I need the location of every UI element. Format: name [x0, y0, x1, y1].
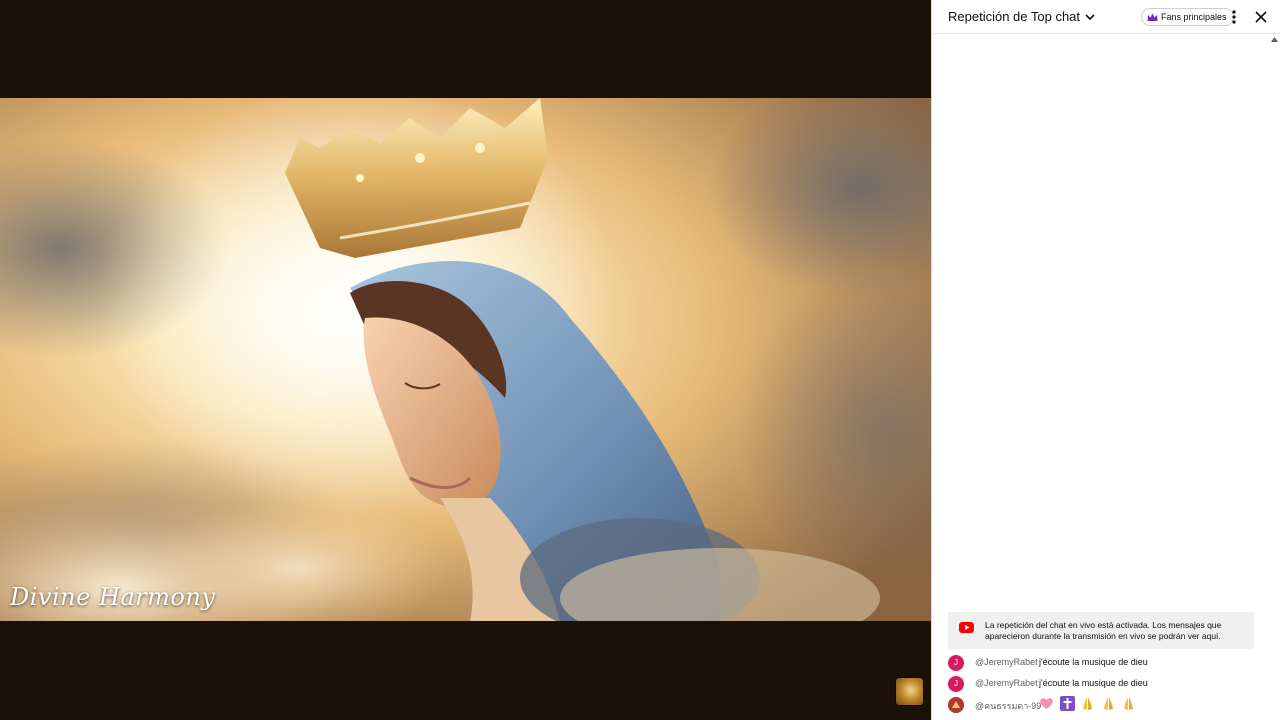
video-player[interactable]: Divine Harmony: [0, 0, 931, 720]
folded-hands-icon: [1083, 697, 1093, 710]
chat-author[interactable]: @คนธรรมดา-99: [975, 699, 1041, 713]
folded-hands-icon: [1124, 697, 1134, 710]
chat-replay-notice: La repetición del chat en vivo está acti…: [948, 612, 1254, 649]
user-avatar-icon: [948, 697, 964, 713]
channel-watermark: Divine Harmony: [10, 583, 216, 611]
youtube-logo-icon: [959, 622, 974, 633]
chat-message-text: j'écoute la musique de dieu: [1039, 657, 1148, 667]
chevron-down-icon: [1085, 13, 1095, 20]
scroll-up-arrow-icon[interactable]: [1270, 35, 1279, 43]
chat-replay-notice-text: La repetición del chat en vivo está acti…: [985, 620, 1222, 641]
more-options-icon[interactable]: [1227, 8, 1241, 26]
chat-message: J @JeremyRabet j'écoute la musique de di…: [948, 654, 1268, 672]
top-fans-label: Fans principales: [1161, 12, 1227, 22]
crown-icon: [1147, 13, 1158, 21]
chat-author[interactable]: @JeremyRabet: [975, 657, 1038, 667]
chat-author[interactable]: @JeremyRabet: [975, 678, 1038, 688]
chat-message-emojis: [1039, 696, 1139, 711]
live-chat-panel: Repetición de Top chat Fans principales: [931, 0, 1280, 720]
chat-title: Repetición de Top chat: [948, 9, 1081, 24]
chat-message: @คนธรรมดา-99: [948, 696, 1268, 714]
avatar[interactable]: [948, 697, 964, 713]
avatar[interactable]: J: [948, 676, 964, 692]
chat-message-text: j'écoute la musique de dieu: [1039, 678, 1148, 688]
channel-thumbnail-icon[interactable]: [896, 678, 923, 705]
chat-mode-dropdown[interactable]: Repetición de Top chat: [948, 9, 1096, 24]
top-fans-button[interactable]: Fans principales: [1141, 8, 1234, 26]
latin-cross-icon: [1059, 696, 1075, 711]
avatar[interactable]: J: [948, 655, 964, 671]
chat-header: Repetición de Top chat Fans principales: [932, 0, 1280, 34]
folded-hands-icon: [1103, 697, 1113, 710]
close-icon[interactable]: [1253, 9, 1269, 25]
chat-message: J @JeremyRabet j'écoute la musique de di…: [948, 675, 1268, 693]
video-artwork: [0, 98, 931, 621]
pink-heart-icon: [1040, 698, 1053, 709]
video-frame[interactable]: [0, 98, 931, 621]
